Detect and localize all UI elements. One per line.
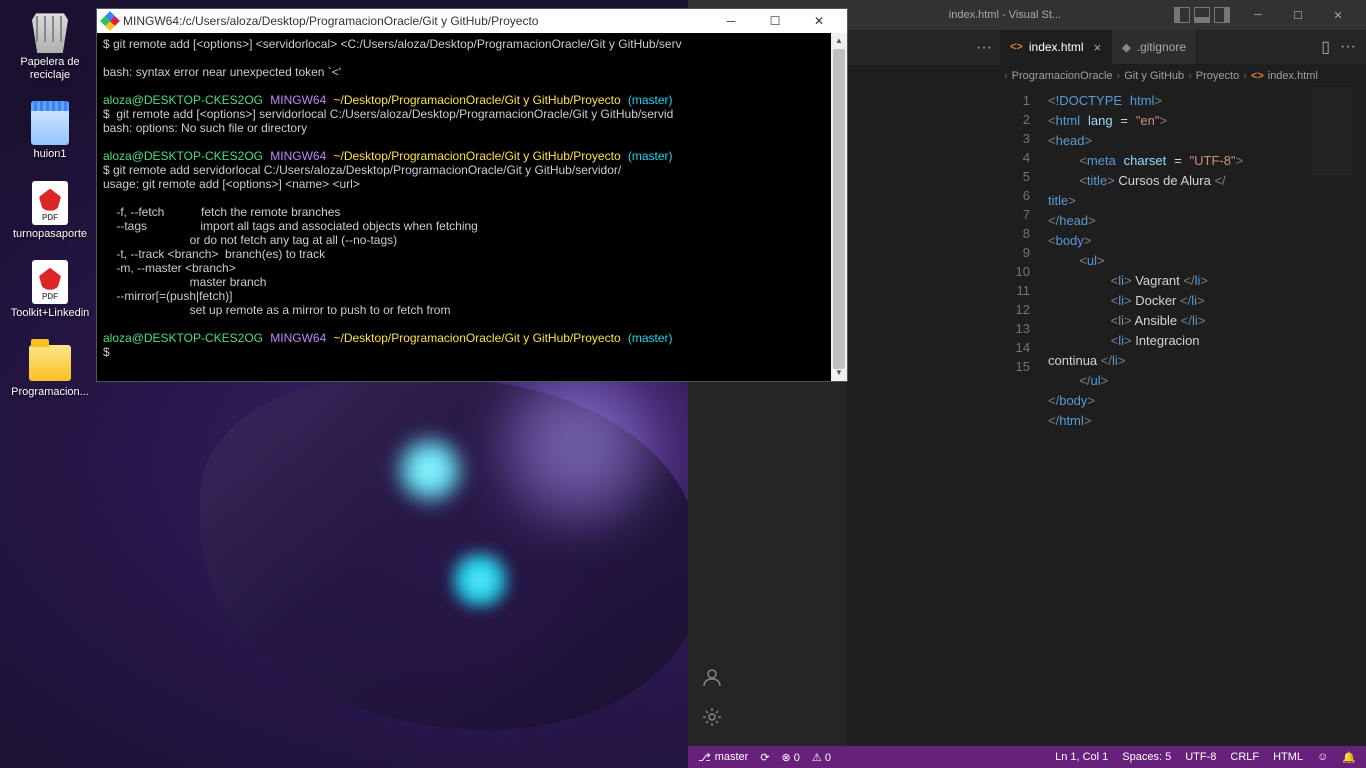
html-file-icon: <> [1010, 41, 1023, 53]
git-branch-icon: ⎇ [698, 751, 711, 764]
terminal-app-icon [100, 11, 120, 31]
status-eol[interactable]: CRLF [1230, 751, 1259, 764]
terminal-title: MINGW64:/c/Users/aloza/Desktop/Programac… [123, 14, 709, 28]
split-editor-icon[interactable]: ▯ [1321, 37, 1330, 57]
gitignore-file-icon: ◆ [1122, 41, 1130, 54]
maximize-button[interactable]: ☐ [753, 9, 797, 33]
status-sync[interactable]: ⟳ [760, 751, 769, 764]
vscode-title: index.html - Visual St... [836, 9, 1174, 21]
desktop-icon-toolkit-linkedin[interactable]: Toolkit+Linkedin [10, 261, 90, 320]
line-number-gutter: 123456789101112131415 [1000, 87, 1048, 746]
status-language[interactable]: HTML [1273, 751, 1303, 764]
status-bell-icon[interactable]: 🔔 [1342, 751, 1356, 764]
breadcrumb-segment[interactable]: ProgramacionOracle [1012, 70, 1113, 82]
close-button[interactable]: ✕ [797, 9, 841, 33]
breadcrumb-segment[interactable]: Git y GitHub [1124, 70, 1184, 82]
tab-close-icon[interactable]: × [1094, 40, 1102, 55]
chevron-icon: › [1004, 70, 1008, 82]
status-bar: ⎇master ⟳ ⊗ 0 ⚠ 0 Ln 1, Col 1 Spaces: 5 … [688, 746, 1366, 768]
minimize-button[interactable]: ─ [1238, 1, 1278, 29]
notepad-icon [29, 102, 71, 144]
account-icon[interactable] [701, 666, 723, 688]
desktop-icon-programacion[interactable]: Programacion... [10, 340, 90, 399]
maximize-button[interactable]: ☐ [1278, 1, 1318, 29]
tab-gitignore[interactable]: ◆ .gitignore [1112, 30, 1197, 64]
breadcrumb-file[interactable]: index.html [1268, 70, 1318, 82]
status-errors[interactable]: ⊗ 0 [782, 751, 800, 764]
status-branch[interactable]: ⎇master [698, 751, 748, 764]
scroll-up-arrow[interactable]: ▲ [831, 33, 847, 49]
chevron-icon: › [1243, 70, 1247, 82]
terminal-titlebar[interactable]: MINGW64:/c/Users/aloza/Desktop/Programac… [97, 9, 847, 33]
desktop-icon-turnopasaporte[interactable]: turnopasaporte [10, 182, 90, 241]
gear-icon[interactable] [701, 706, 723, 728]
icon-label: Programacion... [11, 386, 89, 399]
layout-controls[interactable] [1174, 7, 1230, 23]
minimize-button[interactable]: ─ [709, 9, 753, 33]
recycle-bin-icon [29, 10, 71, 52]
icon-label: huion1 [33, 148, 66, 161]
html-file-icon: <> [1251, 70, 1264, 82]
terminal-output[interactable]: $ git remote add [<options>] <servidorlo… [97, 33, 847, 381]
icon-label: Toolkit+Linkedin [11, 307, 90, 320]
tab-label: .gitignore [1137, 40, 1186, 54]
chevron-icon: › [1188, 70, 1192, 82]
folder-icon [29, 340, 71, 382]
tab-label: index.html [1029, 40, 1084, 54]
icon-label: Papelera de reciclaje [10, 56, 90, 82]
status-spaces[interactable]: Spaces: 5 [1122, 751, 1171, 764]
desktop-icon-huion1[interactable]: huion1 [10, 102, 90, 161]
status-feedback-icon[interactable]: ☺ [1317, 751, 1328, 764]
breadcrumb-segment[interactable]: Proyecto [1196, 70, 1239, 82]
pdf-icon [29, 182, 71, 224]
editor-toolbar-more-icon[interactable]: ··· [976, 39, 992, 57]
desktop-icon-recycle-bin[interactable]: Papelera de reciclaje [10, 10, 90, 82]
scrollbar-thumb[interactable] [833, 49, 845, 369]
close-button[interactable]: ✕ [1318, 1, 1358, 29]
icon-label: turnopasaporte [13, 228, 87, 241]
status-encoding[interactable]: UTF-8 [1185, 751, 1216, 764]
chevron-icon: › [1117, 70, 1121, 82]
tab-index-html[interactable]: <> index.html × [1000, 30, 1112, 64]
pdf-icon [29, 261, 71, 303]
status-cursor-pos[interactable]: Ln 1, Col 1 [1055, 751, 1108, 764]
editor-actions-more-icon[interactable]: ··· [1340, 38, 1356, 56]
status-warnings[interactable]: ⚠ 0 [812, 751, 831, 764]
mingw-terminal-window: MINGW64:/c/Users/aloza/Desktop/Programac… [96, 8, 848, 382]
scroll-down-arrow[interactable]: ▼ [831, 365, 847, 381]
terminal-scrollbar[interactable]: ▲ ▼ [831, 33, 847, 381]
minimap[interactable] [1312, 87, 1352, 197]
